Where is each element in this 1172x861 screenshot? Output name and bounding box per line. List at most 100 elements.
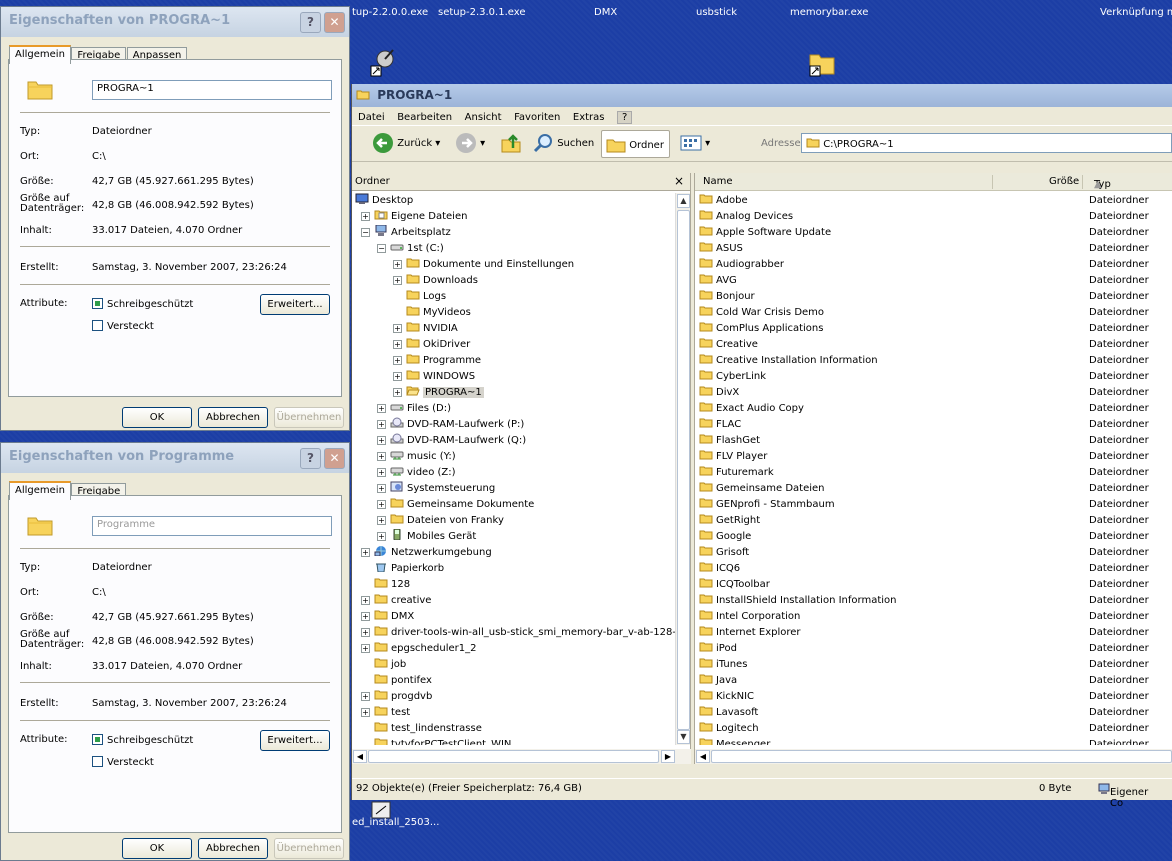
- expand-icon[interactable]: +: [361, 548, 370, 557]
- tree-item[interactable]: + Gemeinsame Dokumente: [377, 497, 534, 513]
- advanced-button[interactable]: Erweitert...: [260, 730, 330, 751]
- list-item[interactable]: Logitech Dateiordner: [695, 721, 1172, 737]
- expand-icon[interactable]: +: [361, 708, 370, 717]
- tree-item[interactable]: + DVD-RAM-Laufwerk (P:): [377, 417, 524, 433]
- list-item[interactable]: Bonjour Dateiordner: [695, 289, 1172, 305]
- tree-item[interactable]: + Eigene Dateien: [361, 209, 467, 225]
- list-item[interactable]: Lavasoft Dateiordner: [695, 705, 1172, 721]
- list-item[interactable]: Internet Explorer Dateiordner: [695, 625, 1172, 641]
- expand-icon[interactable]: +: [393, 324, 402, 333]
- desktop-icon-label[interactable]: DMX: [594, 7, 617, 18]
- expand-icon[interactable]: +: [361, 628, 370, 637]
- tree-item[interactable]: + video (Z:): [377, 465, 456, 481]
- column-divider[interactable]: [1082, 175, 1083, 189]
- tree-item[interactable]: Papierkorb: [361, 561, 444, 577]
- tree-item[interactable]: + DMX: [361, 609, 414, 625]
- scroll-left-icon[interactable]: ◀: [353, 750, 367, 763]
- list-item[interactable]: ICQ6 Dateiordner: [695, 561, 1172, 577]
- forward-button[interactable]: ▾: [455, 132, 485, 154]
- list-item[interactable]: ICQToolbar Dateiordner: [695, 577, 1172, 593]
- list-item[interactable]: GENprofi - Stammbaum Dateiordner: [695, 497, 1172, 513]
- desktop-icon-label[interactable]: setup-2.3.0.1.exe: [438, 7, 525, 18]
- tree-item[interactable]: + Systemsteuerung: [377, 481, 495, 497]
- desktop-icon-label[interactable]: ed_install_2503...: [352, 817, 439, 828]
- expand-icon[interactable]: +: [377, 532, 386, 541]
- list-item[interactable]: iPod Dateiordner: [695, 641, 1172, 657]
- expand-icon[interactable]: +: [377, 468, 386, 477]
- tree-horizontal-scrollbar[interactable]: ◀ ▶: [352, 749, 691, 764]
- expand-icon[interactable]: +: [393, 276, 402, 285]
- list-item[interactable]: Exact Audio Copy Dateiordner: [695, 401, 1172, 417]
- menu-extras[interactable]: Extras: [573, 112, 605, 123]
- expand-icon[interactable]: +: [361, 612, 370, 621]
- expand-icon[interactable]: +: [361, 596, 370, 605]
- close-button[interactable]: ✕: [324, 12, 345, 33]
- menu-ansicht[interactable]: Ansicht: [465, 112, 502, 123]
- tab-allgemein[interactable]: Allgemein: [9, 481, 71, 500]
- ok-button[interactable]: OK: [122, 838, 192, 859]
- expand-icon[interactable]: +: [361, 692, 370, 701]
- list-item[interactable]: InstallShield Installation Information Da…: [695, 593, 1172, 609]
- collapse-icon[interactable]: −: [377, 244, 386, 253]
- tree-item[interactable]: + NVIDIA: [393, 321, 458, 337]
- list-item[interactable]: Analog Devices Dateiordner: [695, 209, 1172, 225]
- expand-icon[interactable]: +: [377, 452, 386, 461]
- collapse-icon[interactable]: −: [361, 228, 370, 237]
- expand-icon[interactable]: +: [393, 388, 402, 397]
- tab-allgemein[interactable]: Allgemein: [9, 45, 71, 64]
- apply-button[interactable]: Übernehmen: [274, 407, 344, 428]
- tree-item[interactable]: + PROGRA~1: [393, 385, 484, 401]
- list-item[interactable]: KickNIC Dateiordner: [695, 689, 1172, 705]
- list-horizontal-scrollbar[interactable]: ◀: [695, 749, 1172, 764]
- tree-item[interactable]: + music (Y:): [377, 449, 456, 465]
- tree-item[interactable]: + Netzwerkumgebung: [361, 545, 492, 561]
- tree-item[interactable]: + test: [361, 705, 410, 721]
- tree-item[interactable]: + Files (D:): [377, 401, 451, 417]
- list-item[interactable]: DivX Dateiordner: [695, 385, 1172, 401]
- dialog-title-bar[interactable]: Eigenschaften von Programme ? ✕: [1, 443, 349, 473]
- menu-bearbeiten[interactable]: Bearbeiten: [397, 112, 452, 123]
- expand-icon[interactable]: +: [393, 372, 402, 381]
- desktop-icon-label[interactable]: usbstick: [696, 7, 737, 18]
- list-item[interactable]: ASUS Dateiordner: [695, 241, 1172, 257]
- back-button[interactable]: Zurück ▾: [372, 132, 440, 154]
- hidden-checkbox[interactable]: Versteckt: [92, 756, 154, 768]
- scroll-right-icon[interactable]: ▶: [661, 750, 675, 763]
- cancel-button[interactable]: Abbrechen: [198, 838, 268, 859]
- list-item[interactable]: Adobe Dateiordner: [695, 193, 1172, 209]
- help-button[interactable]: ?: [300, 12, 321, 33]
- desktop-icon-label[interactable]: Verknüpfung mi: [1100, 7, 1172, 18]
- list-item[interactable]: Creative Dateiordner: [695, 337, 1172, 353]
- tree-item[interactable]: 128: [361, 577, 410, 593]
- list-item[interactable]: Java Dateiordner: [695, 673, 1172, 689]
- tree-item[interactable]: + Mobiles Gerät: [377, 529, 476, 545]
- apply-button[interactable]: Übernehmen: [274, 838, 344, 859]
- list-item[interactable]: Apple Software Update Dateiordner: [695, 225, 1172, 241]
- tree-item[interactable]: job: [361, 657, 406, 673]
- list-item[interactable]: Grisoft Dateiordner: [695, 545, 1172, 561]
- tree-item[interactable]: − 1st (C:): [377, 241, 444, 257]
- tree-item[interactable]: + DVD-RAM-Laufwerk (Q:): [377, 433, 526, 449]
- address-input[interactable]: C:\PROGRA~1: [801, 133, 1172, 153]
- list-item[interactable]: Google Dateiordner: [695, 529, 1172, 545]
- tree-item[interactable]: + progdvb: [361, 689, 432, 705]
- scroll-up-icon[interactable]: ▲: [677, 194, 690, 208]
- up-folder-button[interactable]: [500, 132, 522, 154]
- expand-icon[interactable]: +: [393, 356, 402, 365]
- scroll-thumb[interactable]: [711, 750, 1172, 763]
- help-button[interactable]: ?: [300, 448, 321, 469]
- list-item[interactable]: CyberLink Dateiordner: [695, 369, 1172, 385]
- tree-item[interactable]: + creative: [361, 593, 431, 609]
- close-pane-icon[interactable]: ×: [674, 174, 684, 188]
- list-item[interactable]: FlashGet Dateiordner: [695, 433, 1172, 449]
- dialog-title-bar[interactable]: Eigenschaften von PROGRA~1 ? ✕: [1, 7, 349, 37]
- tree-item[interactable]: + Programme: [393, 353, 481, 369]
- expand-icon[interactable]: +: [361, 212, 370, 221]
- folders-button[interactable]: Ordner: [601, 130, 670, 158]
- expand-icon[interactable]: +: [377, 484, 386, 493]
- menu-help[interactable]: ?: [617, 111, 633, 124]
- folder-name-field[interactable]: PROGRA~1: [92, 80, 332, 100]
- expand-icon[interactable]: +: [377, 436, 386, 445]
- expand-icon[interactable]: +: [393, 340, 402, 349]
- scroll-left-icon[interactable]: ◀: [696, 750, 710, 763]
